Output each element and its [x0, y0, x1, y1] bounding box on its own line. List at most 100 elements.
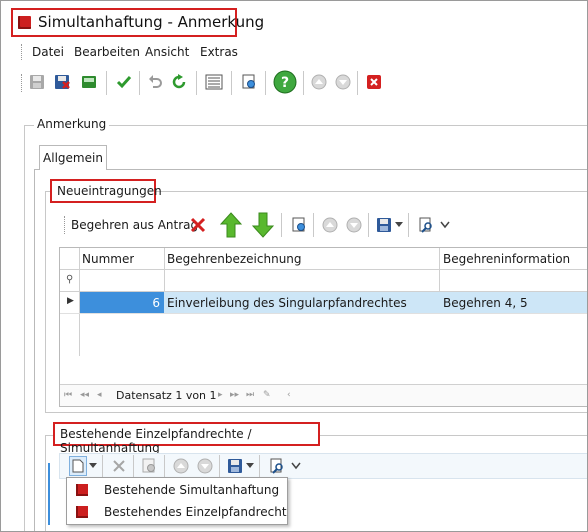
filter-icon: ⚲: [66, 274, 74, 285]
tab-label: Allgemein: [43, 151, 103, 165]
menu-extras[interactable]: Extras: [200, 45, 238, 59]
toolbar-separator: [357, 71, 358, 95]
red-square-icon: [76, 506, 88, 518]
menu-item-label: Bestehendes Einzelpfandrecht: [104, 505, 287, 519]
menu-ansicht[interactable]: Ansicht: [145, 45, 189, 59]
chevron-down-icon[interactable]: [394, 215, 404, 235]
toolbar-separator: [259, 455, 260, 477]
begehren-aus-antrag-button[interactable]: Begehren aus Antrag: [71, 218, 198, 232]
move-up-icon[interactable]: [171, 456, 191, 476]
new-entry-dropdown: Bestehende Simultanhaftung Bestehendes E…: [66, 477, 288, 525]
grid-navigator: ⏮ ◂◂ ◂ Datensatz 1 von 1 ▸ ▸▸ ⏭ ✎ ‹: [60, 384, 587, 406]
move-down-icon[interactable]: [344, 215, 364, 235]
save-dropdown-icon[interactable]: [225, 456, 245, 476]
move-down-icon[interactable]: [333, 72, 353, 92]
cell-information[interactable]: Begehren 4, 5: [443, 296, 528, 310]
search-document-icon[interactable]: [416, 215, 436, 235]
help-icon[interactable]: ?: [273, 70, 297, 94]
record-counter: Datensatz 1 von 1: [116, 389, 217, 402]
save-dropdown-icon[interactable]: [374, 215, 394, 235]
refresh-icon[interactable]: [169, 72, 189, 92]
save-icon[interactable]: [27, 72, 47, 92]
delete-icon[interactable]: [109, 456, 129, 476]
window-title: Simultanhaftung - Anmerkung: [38, 13, 265, 31]
toolbar-grip: [64, 216, 66, 234]
app-icon: [18, 16, 31, 29]
menu-item-label: Bestehende Simultanhaftung: [104, 483, 280, 497]
chevron-down-icon[interactable]: [439, 215, 451, 235]
red-square-icon: [76, 484, 88, 496]
toolbar-separator: [196, 71, 197, 95]
toolbar-separator: [219, 455, 220, 477]
main-toolbar: ?: [2, 67, 587, 97]
toolbar-separator: [303, 71, 304, 95]
neueintragungen-title-text: Neueintragungen: [57, 184, 162, 198]
toolbar-grip: [21, 74, 23, 92]
column-header-information[interactable]: Begehreninformation: [443, 252, 570, 266]
chevron-left-icon[interactable]: ‹: [287, 390, 291, 400]
toolbar-separator: [265, 71, 266, 95]
close-icon[interactable]: [364, 72, 384, 92]
nav-first-icon[interactable]: ⏮: [64, 390, 72, 400]
menu-bar: Datei Bearbeiten Ansicht Extras: [2, 41, 587, 63]
toolbar-separator: [102, 455, 103, 477]
begehren-grid: Nummer Begehrenbezeichnung Begehreninfor…: [59, 247, 587, 407]
move-down-icon[interactable]: [195, 456, 215, 476]
nav-prev-page-icon[interactable]: ◂◂: [80, 390, 89, 400]
menu-item-bestehendes-einzelpfandrecht[interactable]: Bestehendes Einzelpfandrecht: [67, 501, 287, 523]
move-up-icon[interactable]: [309, 72, 329, 92]
delete-icon[interactable]: [188, 215, 208, 235]
toolbar-separator: [164, 455, 165, 477]
chevron-down-icon[interactable]: [88, 456, 98, 476]
anmerkung-group-label: Anmerkung: [34, 117, 110, 131]
undo-icon[interactable]: [145, 72, 165, 92]
grid-header: Nummer Begehrenbezeichnung Begehreninfor…: [60, 248, 587, 270]
preview-icon[interactable]: [289, 215, 309, 235]
toolbar-separator: [368, 213, 369, 237]
nav-add-icon[interactable]: ✎: [263, 390, 271, 400]
title-bar: Simultanhaftung - Anmerkung: [2, 2, 587, 38]
menu-item-bestehende-simultanhaftung[interactable]: Bestehende Simultanhaftung: [67, 479, 287, 501]
search-document-icon[interactable]: [267, 456, 287, 476]
nav-next-page-icon[interactable]: ▸▸: [230, 390, 239, 400]
save-close-icon[interactable]: [52, 72, 72, 92]
bestehende-toolbar: [59, 453, 587, 479]
chevron-down-icon[interactable]: [245, 456, 255, 476]
menu-grip: [21, 44, 23, 60]
toolbar-separator: [231, 71, 232, 95]
window: Simultanhaftung - Anmerkung Datei Bearbe…: [0, 0, 588, 532]
tab-allgemein[interactable]: Allgemein: [39, 145, 107, 170]
row-indicator-icon: ▶: [67, 296, 74, 306]
arrow-up-icon[interactable]: [219, 211, 243, 239]
toolbar-separator: [139, 71, 140, 95]
preview-icon[interactable]: [239, 72, 259, 92]
focus-indicator: [48, 463, 50, 525]
menu-bearbeiten[interactable]: Bearbeiten: [74, 45, 140, 59]
document-list-icon[interactable]: [204, 72, 224, 92]
neueintragungen-toolbar: Begehren aus Antrag: [61, 211, 587, 239]
menu-datei[interactable]: Datei: [32, 45, 64, 59]
move-up-icon[interactable]: [320, 215, 340, 235]
column-header-nummer[interactable]: Nummer: [82, 252, 134, 266]
toolbar-separator: [281, 213, 282, 237]
chevron-down-icon[interactable]: [290, 456, 302, 476]
nav-next-icon[interactable]: ▸: [218, 390, 223, 400]
grid-filter-row[interactable]: ⚲: [60, 270, 587, 292]
nav-prev-icon[interactable]: ◂: [97, 390, 102, 400]
bestehende-title: Bestehende Einzelpfandrechte / Simultanh…: [53, 422, 320, 455]
save-as-icon[interactable]: [79, 72, 99, 92]
toolbar-separator: [313, 213, 314, 237]
toolbar-separator: [133, 455, 134, 477]
cell-bezeichnung[interactable]: Einverleibung des Singularpfandrechtes: [167, 296, 407, 310]
arrow-down-icon[interactable]: [251, 211, 275, 239]
check-icon[interactable]: [114, 72, 134, 92]
preview-icon[interactable]: [139, 456, 159, 476]
new-document-icon[interactable]: [69, 456, 87, 476]
toolbar-separator: [106, 71, 107, 95]
column-header-bezeichnung[interactable]: Begehrenbezeichnung: [167, 252, 302, 266]
table-row[interactable]: ▶ 6 Einverleibung des Singularpfandrecht…: [60, 292, 587, 314]
toolbar-separator: [408, 213, 409, 237]
cell-nummer[interactable]: 6: [80, 296, 160, 310]
nav-last-icon[interactable]: ⏭: [246, 390, 254, 400]
svg-text:?: ?: [281, 75, 289, 91]
